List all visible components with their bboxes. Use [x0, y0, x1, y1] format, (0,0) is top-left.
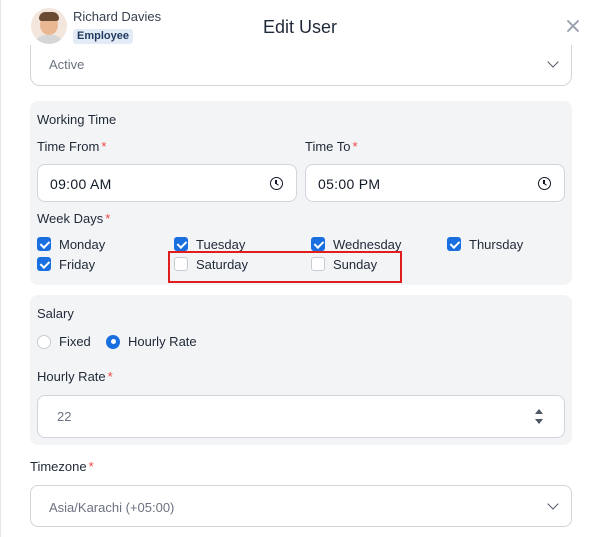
clock-icon[interactable] [538, 177, 551, 190]
status-select[interactable]: Active [30, 45, 572, 86]
day-monday[interactable]: Monday [37, 236, 105, 252]
chevron-down-icon [547, 498, 559, 510]
salary-panel: Salary Fixed Hourly Rate Hourly Rate * 22 [30, 295, 572, 445]
radio-button[interactable] [106, 334, 120, 349]
clock-icon[interactable] [270, 177, 283, 190]
stepper-icon[interactable] [534, 409, 544, 425]
day-tuesday[interactable]: Tuesday [174, 236, 245, 252]
day-friday[interactable]: Friday [37, 256, 95, 272]
timezone-label: Timezone * [30, 459, 94, 474]
timezone-value: Asia/Karachi (+05:00) [49, 500, 175, 515]
timezone-select[interactable]: Asia/Karachi (+05:00) [30, 485, 572, 527]
checkbox[interactable] [174, 237, 188, 251]
hourly-rate-input[interactable]: 22 [37, 395, 565, 438]
salary-heading: Salary [37, 306, 74, 321]
close-icon[interactable] [565, 18, 581, 34]
time-to-input[interactable]: 05:00 PM [305, 164, 565, 202]
time-from-input[interactable]: 09:00 AM [37, 164, 297, 202]
radio-hourly-rate[interactable]: Hourly Rate [106, 334, 197, 349]
time-from-label: Time From * [37, 139, 107, 154]
radio-button[interactable] [37, 334, 51, 349]
hourly-rate-value: 22 [57, 409, 72, 424]
radio-fixed[interactable]: Fixed [37, 334, 91, 349]
checkbox[interactable] [447, 237, 461, 251]
working-time-heading: Working Time [37, 112, 117, 127]
time-to-label: Time To * [305, 139, 358, 154]
edit-user-modal: Richard Davies Employee Edit User Active… [0, 0, 599, 537]
modal-title: Edit User [262, 17, 338, 37]
checkbox[interactable] [311, 237, 325, 251]
chevron-down-icon [547, 56, 559, 68]
hourly-rate-label: Hourly Rate * [37, 369, 113, 384]
week-days-label: Week Days * [37, 211, 111, 226]
day-thursday[interactable]: Thursday [447, 236, 523, 252]
status-value: Active [49, 57, 85, 72]
checkbox[interactable] [37, 237, 51, 251]
checkbox[interactable] [37, 257, 51, 271]
time-to-value: 05:00 PM [318, 176, 381, 192]
day-wednesday[interactable]: Wednesday [311, 236, 401, 252]
highlight-box [168, 251, 402, 283]
time-from-value: 09:00 AM [50, 176, 112, 192]
